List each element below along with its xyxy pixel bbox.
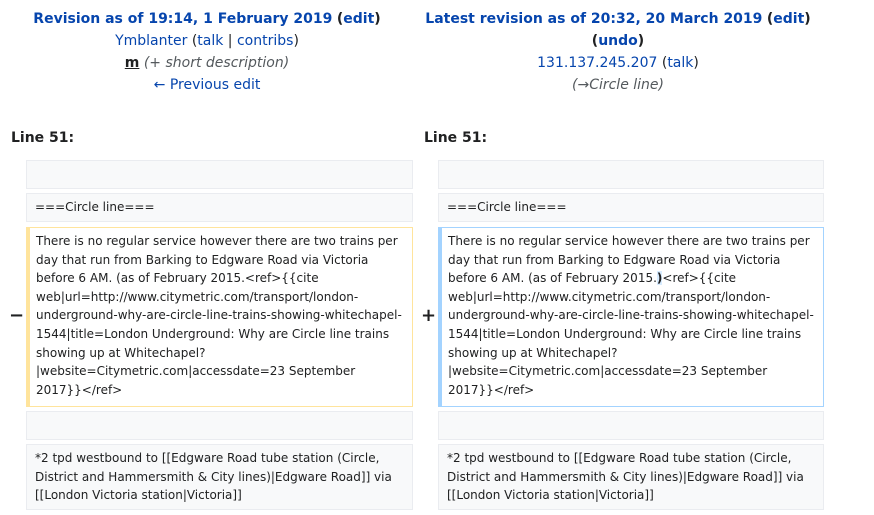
new-revision-header: Latest revision as of 20:32, 20 March 20… <box>412 8 824 96</box>
new-line-number: Line 51: <box>424 130 488 146</box>
old-edit-summary: (+ short description) <box>143 55 290 71</box>
old-revision-summary-line: m (+ short description) <box>0 52 414 74</box>
new-edit-link[interactable]: edit <box>773 11 804 27</box>
old-revision-user-line: Ymblanter (talk | contribs) <box>115 33 299 49</box>
new-edit-summary: (→Circle line) <box>572 77 664 93</box>
new-revision-summary-line: (→Circle line) <box>412 74 824 96</box>
new-context-westbound: *2 tpd westbound to [[Edgware Road tube … <box>438 444 824 510</box>
deleted-line-marker: − <box>9 305 25 326</box>
old-user-link[interactable]: Ymblanter <box>115 33 187 49</box>
old-context-heading: ===Circle line=== <box>26 193 413 222</box>
previous-edit-link[interactable]: ← Previous edit <box>154 77 261 93</box>
new-revision-link[interactable]: Latest revision as of 20:32, 20 March 20… <box>425 11 762 27</box>
added-line-text-before: There is no regular service however ther… <box>448 234 814 286</box>
old-user-contribs-link[interactable]: contribs <box>237 33 293 49</box>
old-revision-header: Revision as of 19:14, 1 February 2019 (e… <box>0 8 414 96</box>
added-line-text-after: <ref>{{cite web|url=http://www.citymetri… <box>448 271 814 397</box>
new-revision-title-line: Latest revision as of 20:32, 20 March 20… <box>425 11 811 27</box>
new-user-link[interactable]: 131.137.245.207 <box>537 55 657 71</box>
new-user-talk-link[interactable]: talk <box>667 55 693 71</box>
new-revision-user-line: 131.137.245.207 (talk) <box>537 55 699 71</box>
old-context-empty-1 <box>26 160 413 189</box>
new-context-heading: ===Circle line=== <box>438 193 824 222</box>
old-revision-link[interactable]: Revision as of 19:14, 1 February 2019 <box>33 11 332 27</box>
old-context-empty-2 <box>26 411 413 440</box>
old-user-talk-link[interactable]: talk <box>197 33 223 49</box>
deleted-line: There is no regular service however ther… <box>26 227 413 407</box>
minor-edit-marker: m <box>124 55 140 71</box>
old-edit-link[interactable]: edit <box>343 11 374 27</box>
added-line: There is no regular service however ther… <box>438 227 824 407</box>
undo-line: (undo) <box>591 33 645 49</box>
previous-edit-line: ← Previous edit <box>0 74 414 96</box>
new-context-empty-2 <box>438 411 824 440</box>
old-revision-title-line: Revision as of 19:14, 1 February 2019 (e… <box>33 11 381 27</box>
new-context-empty-1 <box>438 160 824 189</box>
old-line-number: Line 51: <box>11 130 75 146</box>
undo-link[interactable]: undo <box>598 33 638 49</box>
old-context-westbound: *2 tpd westbound to [[Edgware Road tube … <box>26 444 413 510</box>
added-line-marker: + <box>421 305 437 326</box>
